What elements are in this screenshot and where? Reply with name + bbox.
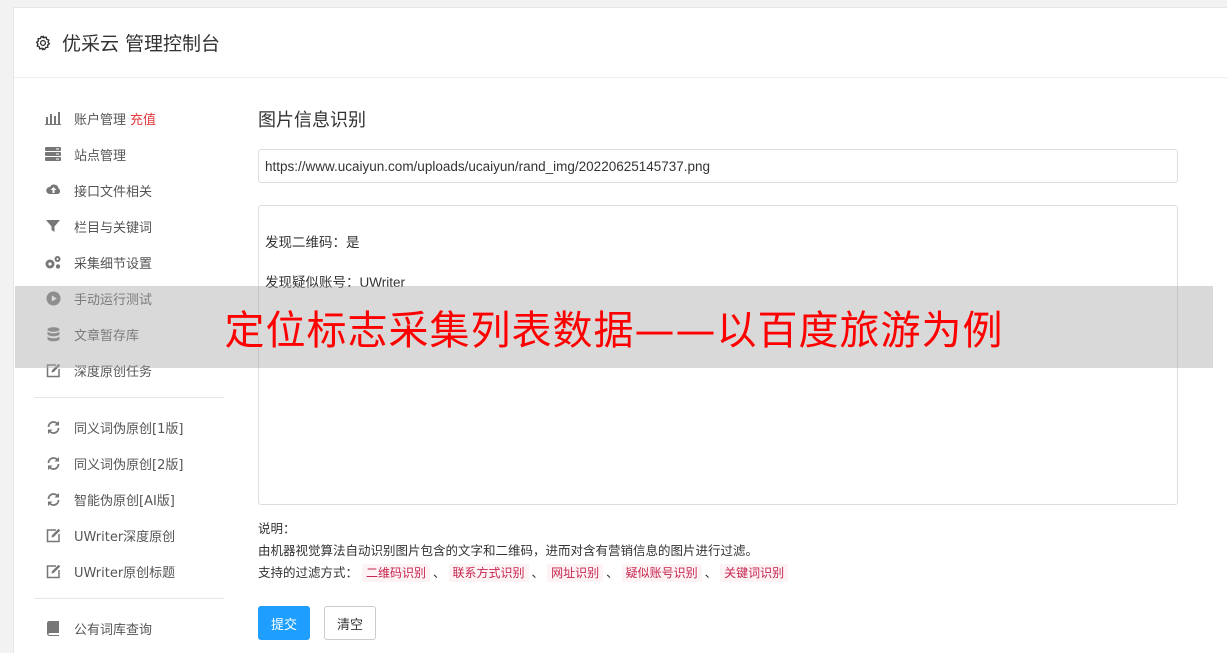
filter-tag: 网址识别: [547, 564, 604, 582]
section-title: 图片信息识别: [258, 110, 366, 131]
sidebar-item-label: UWriter原创标题: [74, 565, 176, 581]
console-header: 优采云 管理控制台: [14, 8, 1227, 78]
gears-icon: [44, 254, 62, 270]
filter-methods: 支持的过滤方式： 二维码识别、联系方式识别、网址识别、疑似账号识别、关键词识别: [258, 562, 1178, 584]
sidebar-item[interactable]: 栏目与关键词: [34, 208, 224, 244]
sidebar-item-label: 同义词伪原创[1版]: [74, 421, 184, 437]
explanation: 说明： 由机器视觉算法自动识别图片包含的文字和二维码，进而对含有营销信息的图片进…: [258, 518, 1178, 584]
sidebar: 账户管理 充值 站点管理 接口文件相关 栏目与关键词 采集细节设置 手动运行测试 文章暂存库深…: [34, 100, 224, 646]
sidebar-item[interactable]: 公有词库查询: [34, 610, 224, 646]
sidebar-item[interactable]: 接口文件相关: [34, 172, 224, 208]
sidebar-item[interactable]: 账户管理 充值: [34, 100, 224, 136]
filter-tag: 疑似账号识别: [621, 564, 702, 582]
sidebar-item-label: 公有词库查询: [74, 622, 153, 638]
sidebar-item-label: UWriter深度原创: [74, 529, 176, 545]
sidebar-item[interactable]: 智能伪原创[AI版]: [34, 481, 224, 517]
tag-separator: 、: [606, 565, 619, 580]
sidebar-item-label: 站点管理: [74, 148, 127, 164]
edit-icon: [44, 527, 62, 543]
sidebar-item[interactable]: 站点管理: [34, 136, 224, 172]
book-icon: [44, 620, 62, 636]
watermark-banner: 定位标志采集列表数据——以百度旅游为例: [15, 286, 1213, 368]
result-line: 发现二维码：是: [265, 235, 360, 250]
filter-icon: [44, 218, 62, 234]
form-actions: 提交 清空: [258, 606, 1178, 640]
sidebar-item-label: 同义词伪原创[2版]: [74, 457, 184, 473]
refresh-icon: [44, 419, 62, 435]
sidebar-item[interactable]: 同义词伪原创[1版]: [34, 409, 224, 445]
sidebar-divider: [34, 598, 224, 599]
tag-separator: 、: [531, 565, 545, 580]
filter-tag: 关键词识别: [720, 564, 789, 582]
sidebar-item[interactable]: UWriter深度原创: [34, 517, 224, 553]
page-title: 优采云 管理控制台: [62, 33, 221, 55]
sidebar-item-label: 采集细节设置: [74, 256, 153, 272]
sidebar-item[interactable]: UWriter原创标题: [34, 553, 224, 589]
recharge-link[interactable]: 充值: [130, 109, 156, 128]
explain-title: 说明：: [258, 521, 296, 536]
cloud-upload-icon: [44, 182, 62, 198]
image-url-input[interactable]: [258, 149, 1178, 183]
clear-button[interactable]: 清空: [324, 606, 377, 640]
sidebar-divider: [34, 397, 224, 398]
sidebar-group-rewrite: 同义词伪原创[1版] 同义词伪原创[2版] 智能伪原创[AI版] UWriter深度原…: [34, 409, 224, 589]
refresh-icon: [44, 491, 62, 507]
sidebar-item-label: 栏目与关键词: [74, 220, 153, 236]
banner-text: 定位标志采集列表数据——以百度旅游为例: [224, 308, 1004, 354]
refresh-icon: [44, 455, 62, 471]
bar-chart-icon: [44, 110, 62, 126]
sidebar-item-label: 智能伪原创[AI版]: [74, 493, 175, 509]
tag-separator: 、: [433, 565, 446, 580]
gear-icon: [34, 34, 52, 52]
sidebar-group-dictionary: 公有词库查询: [34, 610, 224, 646]
sidebar-item-label: 接口文件相关: [74, 184, 153, 200]
filter-tag: 联系方式识别: [448, 564, 529, 582]
filter-label: 支持的过滤方式：: [258, 565, 359, 580]
sidebar-item[interactable]: 同义词伪原创[2版]: [34, 445, 224, 481]
sidebar-item-label: 账户管理: [74, 112, 127, 128]
filter-tag: 二维码识别: [362, 564, 431, 582]
explain-desc: 由机器视觉算法自动识别图片包含的文字和二维码，进而对含有营销信息的图片进行过滤。: [258, 543, 759, 558]
tag-separator: 、: [704, 565, 718, 580]
server-icon: [44, 146, 62, 162]
main-content: 图片信息识别 发现二维码：是 发现疑似账号：UWriter 说明： 由机器视觉算…: [258, 108, 1178, 640]
sidebar-item[interactable]: 采集细节设置: [34, 244, 224, 280]
edit-icon: [44, 563, 62, 579]
submit-button[interactable]: 提交: [258, 606, 311, 640]
